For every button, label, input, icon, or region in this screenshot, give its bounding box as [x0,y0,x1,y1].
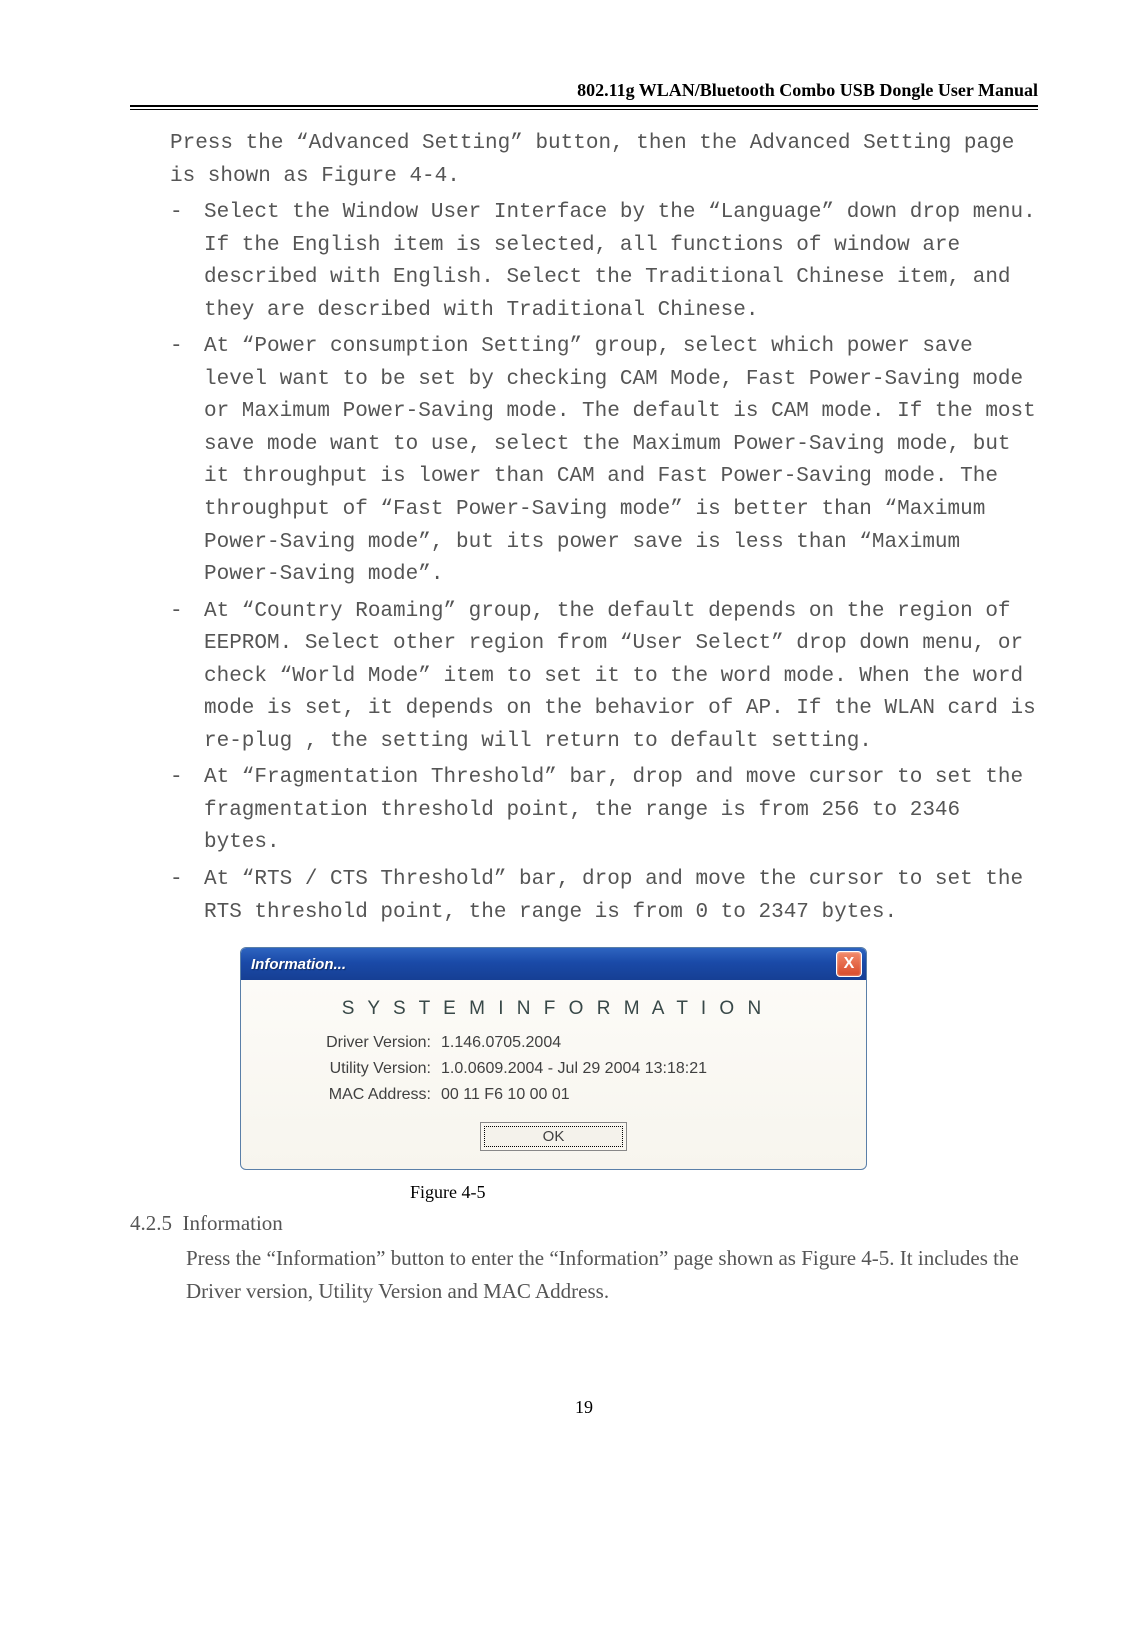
header-rule-1 [130,105,1038,107]
section-heading: 4.2.5 Information [130,1211,1038,1236]
bullet-list: Select the Window User Interface by the … [130,197,1038,929]
info-row-driver: Driver Version: 1.146.0705.2004 [271,1034,836,1052]
close-icon[interactable]: X [836,951,862,977]
list-item: Select the Window User Interface by the … [170,197,1038,327]
section-number: 4.2.5 [130,1211,172,1235]
list-item: At “Country Roaming” group, the default … [170,596,1038,759]
dialog-title: Information... [251,956,346,973]
dialog-heading: S Y S T E M I N F O R M A T I O N [271,998,836,1020]
mac-address-value: 00 11 F6 10 00 01 [441,1086,836,1104]
utility-version-label: Utility Version: [271,1060,431,1078]
info-row-utility: Utility Version: 1.0.0609.2004 - Jul 29 … [271,1060,836,1078]
section-body: Press the “Information” button to enter … [186,1242,1038,1307]
driver-version-value: 1.146.0705.2004 [441,1034,836,1052]
information-dialog: Information... X S Y S T E M I N F O R M… [240,947,867,1170]
section-title: Information [183,1211,283,1235]
dialog-titlebar: Information... X [241,948,866,980]
driver-version-label: Driver Version: [271,1034,431,1052]
utility-version-value: 1.0.0609.2004 - Jul 29 2004 13:18:21 [441,1060,836,1078]
page-number: 19 [130,1397,1038,1418]
list-item: At “Power consumption Setting” group, se… [170,331,1038,591]
figure-caption: Figure 4-5 [410,1182,1038,1203]
intro-paragraph: Press the “Advanced Setting” button, the… [170,128,1038,193]
header-rule-2 [130,109,1038,110]
list-item: At “Fragmentation Threshold” bar, drop a… [170,762,1038,860]
list-item: At “RTS / CTS Threshold” bar, drop and m… [170,864,1038,929]
ok-button[interactable]: OK [484,1126,624,1147]
info-row-mac: MAC Address: 00 11 F6 10 00 01 [271,1086,836,1104]
mac-address-label: MAC Address: [271,1086,431,1104]
page-header: 802.11g WLAN/Bluetooth Combo USB Dongle … [130,80,1038,101]
dialog-body: S Y S T E M I N F O R M A T I O N Driver… [241,980,866,1169]
